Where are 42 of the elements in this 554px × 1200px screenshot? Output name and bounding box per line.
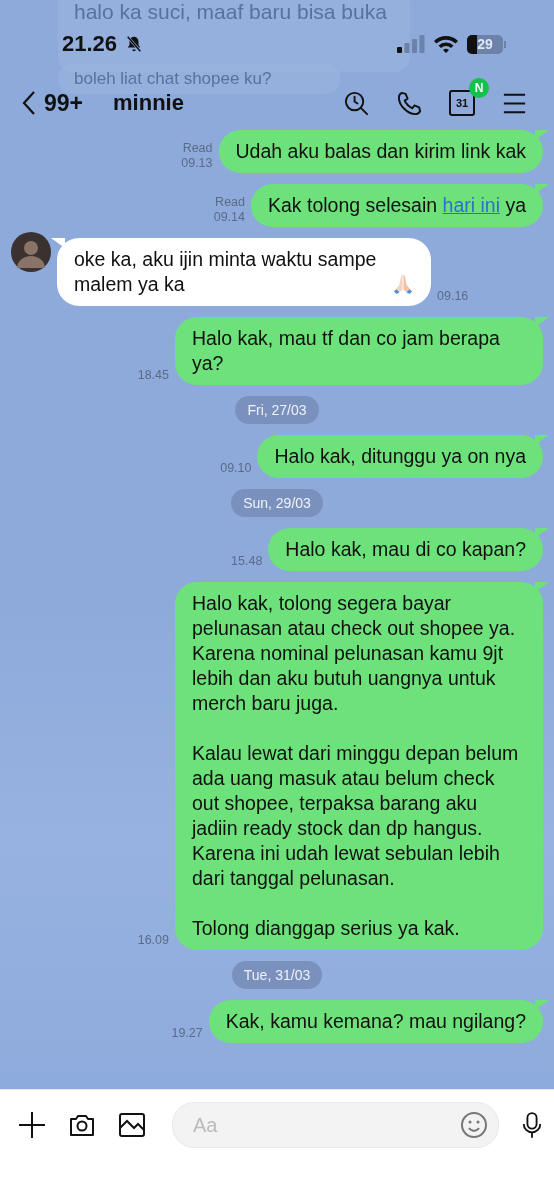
message-time: 09.16 xyxy=(437,289,469,304)
date-chip: Fri, 27/03 xyxy=(235,396,319,424)
message-time: 19.27 xyxy=(171,1026,203,1041)
message-field[interactable]: Aa xyxy=(172,1102,499,1148)
message-text: Halo kak, mau di co kapan? xyxy=(285,538,526,560)
date-chip: Sun, 29/03 xyxy=(231,489,323,517)
emoji-icon[interactable] xyxy=(460,1111,488,1139)
avatar[interactable] xyxy=(11,232,51,272)
chat-title: minnie xyxy=(113,90,184,116)
back-icon xyxy=(22,90,36,116)
date-chip: Tue, 31/03 xyxy=(231,961,323,989)
notification-text: boleh liat chat shopee ku? xyxy=(74,69,272,89)
message-text: oke ka, aku ijin minta waktu sampe malem ya ka xyxy=(74,247,378,297)
message-text: Halo kak, mau tf dan co jam berapa ya? xyxy=(192,327,500,374)
wifi-icon xyxy=(433,35,459,53)
battery-icon: 29 xyxy=(467,34,506,54)
message-text: Kak tolong selesain hari ini ya xyxy=(268,194,526,216)
message-time: 15.48 xyxy=(231,554,263,569)
message-time: 16.09 xyxy=(137,933,169,948)
search-icon[interactable] xyxy=(343,89,370,117)
message-text: Kak, kamu kemana? mau ngilang? xyxy=(225,1010,526,1032)
status-time: 21.26 xyxy=(62,31,118,57)
read-receipt: Read xyxy=(215,195,245,210)
image-icon[interactable] xyxy=(118,1111,146,1139)
message-text: Udah aku balas dan kirim link kak xyxy=(235,140,526,162)
plus-icon[interactable] xyxy=(18,1111,46,1139)
message-text: Halo kak, ditunggu ya on nya xyxy=(274,445,526,467)
message-time: 09.13 xyxy=(181,156,213,171)
message-input[interactable]: Aa xyxy=(191,1112,460,1138)
back-button[interactable]: 99+ xyxy=(22,89,83,117)
bell-slash-icon xyxy=(125,35,144,53)
phone-icon[interactable] xyxy=(396,89,423,117)
read-receipt: Read xyxy=(182,141,213,156)
message-time: 09.14 xyxy=(213,210,245,225)
message-time: 09.10 xyxy=(220,461,252,476)
notification-text: halo ka suci, maaf baru bisa buka xyxy=(74,0,387,24)
message-time: 18.45 xyxy=(137,368,169,383)
new-badge: N xyxy=(469,78,489,98)
microphone-icon[interactable] xyxy=(521,1111,543,1139)
message-text: Halo kak, tolong segera bayar pelunasan atau check out shopee ya. Karena nominal pelunasan kamu 9jt lebih dan aku butuh uangnya untuk merch baru juga. Kalau lewat dari minggu depan belum ada uang masuk atau belum check out shopee, terpaksa barang aku jadiin ready stock dan dp hangus. Karena ini udah lewat sebulan lebih dari tanggal pelunasan. Tolong dianggap serius ya kak. xyxy=(192,592,519,939)
praying-hands-icon xyxy=(392,273,414,295)
signal-icon xyxy=(397,35,425,53)
